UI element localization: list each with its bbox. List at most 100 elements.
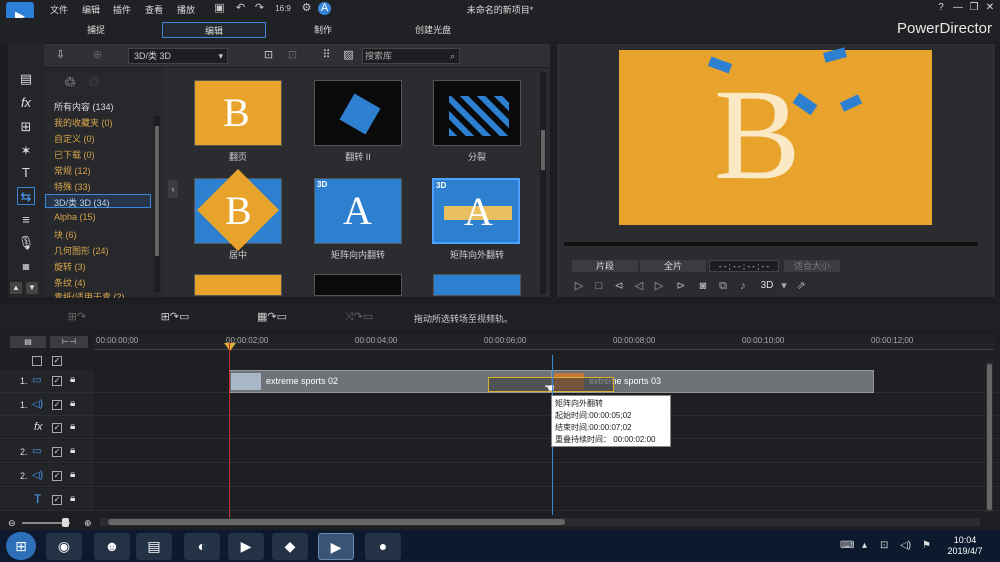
menu-edit[interactable]: 编辑 <box>82 3 100 16</box>
track-enable-checkbox[interactable]: ✓ <box>52 471 62 481</box>
expand-down-icon[interactable]: ▼ <box>26 282 38 294</box>
zoom-out-icon[interactable]: ⊖ <box>8 518 16 529</box>
category-item[interactable]: 块 (6) <box>54 228 77 241</box>
fit-size-dropdown[interactable]: 适合大小 <box>784 260 840 272</box>
timecode-field[interactable]: - - ; - - ; - - ; - - <box>709 260 779 272</box>
library-search-input[interactable]: 搜索库 ⌕ <box>362 48 460 64</box>
library-scrollbar[interactable] <box>540 72 546 294</box>
chapter-room-icon[interactable]: ▦ <box>17 258 35 276</box>
menu-plugins[interactable]: 插件 <box>113 3 131 16</box>
grid-view-icon[interactable]: ⠿ <box>320 49 333 62</box>
3d-mode-button[interactable]: 3D <box>758 280 776 292</box>
tray-keyboard-icon[interactable]: ⌨ <box>840 540 854 551</box>
external-preview-icon[interactable]: ⇗ <box>795 280 807 292</box>
settings-gear-icon[interactable]: ⚙ <box>300 2 313 15</box>
fit-timeline-icon[interactable]: ⊢⊣ <box>50 336 88 348</box>
transition-thumbnail[interactable]: B <box>194 168 282 252</box>
tab-capture[interactable]: 捕捉 <box>70 22 122 38</box>
transition-thumbnail[interactable] <box>314 80 402 146</box>
zoom-in-icon[interactable]: ⊕ <box>84 518 92 529</box>
tray-expand-icon[interactable]: ▴ <box>862 540 867 551</box>
lock-icon[interactable]: 🔒︎ <box>70 445 75 456</box>
undock-icon[interactable]: ⧉ <box>717 280 729 292</box>
menu-file[interactable]: 文件 <box>50 3 68 16</box>
aspect-ratio-icon[interactable]: 16:9 <box>274 2 292 15</box>
minimize-button[interactable]: — <box>951 2 965 14</box>
category-item[interactable]: 几何图形 (24) <box>54 244 109 257</box>
collapse-up-icon[interactable]: ▲ <box>10 282 22 294</box>
track-enable-checkbox[interactable]: ✓ <box>52 423 62 433</box>
start-button-icon[interactable]: ⊞ <box>6 532 36 560</box>
close-button[interactable]: ✕ <box>983 2 997 14</box>
upgrade-icon[interactable]: A <box>318 2 331 15</box>
taskbar-explorer-icon[interactable]: ▤ <box>136 533 172 560</box>
tray-flag-icon[interactable]: ⚑ <box>922 540 931 551</box>
taskbar-clock[interactable]: 10:04 2019/4/7 <box>940 535 990 557</box>
3d-dropdown-icon[interactable]: ▾ <box>778 280 790 292</box>
lock-icon[interactable]: 🔒︎ <box>70 398 75 409</box>
lock-icon[interactable]: 🔒︎ <box>70 493 75 504</box>
add-to-timeline-icon[interactable]: ⊡ <box>262 49 275 62</box>
taskbar-powerdirector-icon[interactable]: ▶ <box>318 533 354 560</box>
transition-thumbnail[interactable] <box>433 274 521 296</box>
category-item[interactable]: 所有内容 (134) <box>54 100 114 113</box>
taskbar-firefox-icon[interactable]: ◐ <box>184 533 220 560</box>
taskbar-qq-icon[interactable]: ☻ <box>94 533 130 560</box>
voiceover-icon[interactable]: 🎙 <box>17 234 35 252</box>
redo-icon[interactable]: ↷ <box>253 2 266 15</box>
help-button[interactable]: ? <box>934 2 948 14</box>
media-room-icon[interactable]: ▤ <box>17 70 35 88</box>
taskbar-media-icon[interactable]: ▶ <box>228 533 264 560</box>
transition-thumbnail-selected[interactable]: 3D A <box>432 178 520 244</box>
pip-room-icon[interactable]: ⊞ <box>17 118 35 136</box>
transition-room-icon[interactable]: ⇆ <box>17 187 35 205</box>
track-enable-checkbox[interactable]: ✓ <box>52 495 62 505</box>
menu-view[interactable]: 查看 <box>145 3 163 16</box>
previous-frame-icon[interactable]: ⊲ <box>613 280 625 292</box>
track-enable-checkbox[interactable]: ✓ <box>52 447 62 457</box>
play-icon[interactable]: ▷ <box>573 280 585 292</box>
restore-button[interactable]: ❐ <box>967 2 981 14</box>
volume-icon[interactable]: ♪ <box>737 280 749 292</box>
category-item[interactable]: 旋转 (3) <box>54 260 86 273</box>
stop-icon[interactable]: □ <box>593 280 605 292</box>
taskbar-notes-icon[interactable]: ◆ <box>272 533 308 560</box>
transition-thumbnail[interactable] <box>433 80 521 146</box>
undo-icon[interactable]: ↶ <box>234 2 247 15</box>
taskbar-360-icon[interactable]: ◉ <box>46 533 82 560</box>
particle-room-icon[interactable]: ✶ <box>17 142 35 160</box>
tag-add-icon[interactable]: ♲ <box>62 75 78 89</box>
apply-transition-cross-icon[interactable]: ▦↷▭ <box>249 311 295 324</box>
transition-thumbnail[interactable] <box>194 274 282 296</box>
tab-disc[interactable]: 创建光盘 <box>398 22 468 38</box>
tray-volume-icon[interactable]: ◁) <box>900 540 911 551</box>
zoom-slider-handle[interactable] <box>62 518 69 527</box>
effects-room-icon[interactable]: fx <box>17 94 35 112</box>
snapshot-icon[interactable]: ◙ <box>697 280 709 292</box>
menu-playback[interactable]: 播放 <box>177 3 195 16</box>
fast-forward-icon[interactable]: ⊳ <box>675 280 687 292</box>
category-item[interactable]: 自定义 (0) <box>54 132 95 145</box>
timeline-hscroll-thumb[interactable] <box>108 519 565 525</box>
select-all-icon[interactable] <box>32 356 42 366</box>
track-manager-icon[interactable]: ▤ <box>10 336 46 348</box>
title-room-icon[interactable]: T <box>17 164 35 182</box>
import-icon[interactable]: ⇩ <box>54 49 67 62</box>
category-item[interactable]: Alpha (15) <box>54 212 96 222</box>
category-scroll-thumb[interactable] <box>155 126 159 256</box>
tab-edit[interactable]: 编辑 <box>162 22 266 38</box>
audio-mixing-icon[interactable]: ≡ <box>17 211 35 229</box>
category-item[interactable]: 已下载 (0) <box>54 148 95 161</box>
lock-icon[interactable]: 🔒︎ <box>70 374 75 385</box>
category-item[interactable]: 我的收藏夹 (0) <box>54 116 113 129</box>
save-icon[interactable]: ▣ <box>213 2 226 15</box>
category-item[interactable]: 青纸(适用于青 (2) <box>54 290 125 298</box>
library-scroll-thumb[interactable] <box>541 130 545 170</box>
enable-all-checkbox[interactable]: ✓ <box>52 356 62 366</box>
thumbnail-size-icon[interactable]: ▨ <box>342 49 355 62</box>
category-item-selected[interactable]: 3D/类 3D (34) <box>54 196 110 209</box>
taskbar-record-icon[interactable]: ● <box>365 533 401 560</box>
category-dropdown[interactable]: 3D/类 3D ▾ <box>128 48 228 64</box>
track-enable-checkbox[interactable]: ✓ <box>52 376 62 386</box>
next-icon[interactable]: ▷ <box>653 280 665 292</box>
